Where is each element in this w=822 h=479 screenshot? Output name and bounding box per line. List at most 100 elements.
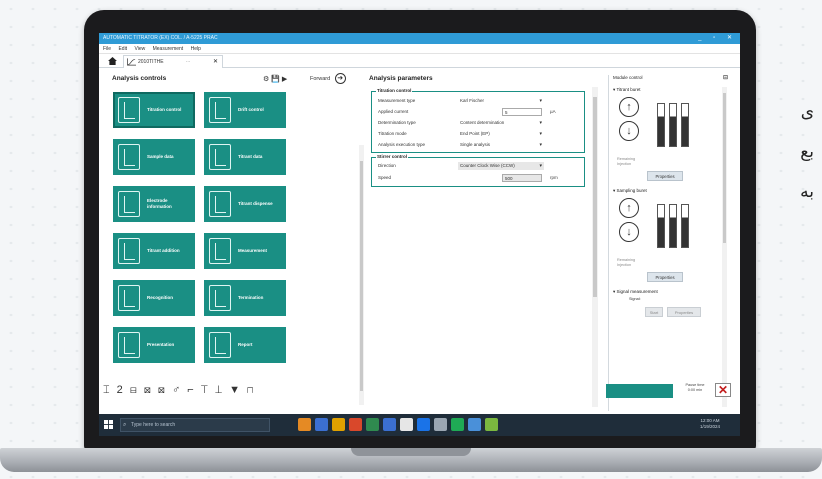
tile-titrant-data[interactable]: Titrant data (204, 139, 286, 175)
sampling-properties-button[interactable]: Properties (647, 272, 683, 282)
speed-input[interactable]: 500 (502, 174, 542, 182)
menu-view[interactable]: View (134, 46, 145, 52)
app-icon[interactable] (298, 418, 311, 431)
app-icon[interactable] (417, 418, 430, 431)
side-text-line-3: به (800, 182, 814, 202)
titrant-bottle-icon (209, 144, 231, 170)
tile-drift-control[interactable]: Drift control (204, 92, 286, 128)
arrow-down-icon[interactable]: ↓ (619, 222, 639, 242)
toolbar-icons[interactable]: ⚙ 💾 ▶ (263, 75, 287, 83)
tile-recognition[interactable]: Recognition (113, 280, 195, 316)
tile-sample-data[interactable]: Sample data (113, 139, 195, 175)
tile-titrant-addition[interactable]: Titrant addition (113, 233, 195, 269)
section-title: Titrant buret (616, 87, 641, 92)
tile-titrant-dispense[interactable]: Titrant dispense (204, 186, 286, 222)
tile-label: Titration control (147, 107, 182, 112)
tile-measurement[interactable]: Measurement (204, 233, 286, 269)
cylinder-icon (669, 204, 677, 248)
cylinder-icon (657, 204, 665, 248)
app-icon[interactable] (400, 418, 413, 431)
field-label: Applied current (378, 109, 409, 114)
signal-properties-button[interactable]: Properties (667, 307, 701, 317)
analysis-controls-title: Analysis controls (112, 75, 167, 82)
dispense-icon (209, 191, 231, 217)
applied-current-input[interactable]: 5 (502, 108, 542, 116)
tile-presentation[interactable]: Presentation (113, 327, 195, 363)
module-scrollbar[interactable] (722, 87, 727, 407)
app-icon[interactable] (451, 418, 464, 431)
app-icon[interactable] (485, 418, 498, 431)
home-icon[interactable] (108, 57, 117, 65)
app-icon[interactable] (315, 418, 328, 431)
tile-label: Titrant addition (147, 248, 180, 253)
determination-type-select[interactable]: Content determination (458, 119, 544, 127)
field-label: Speed (378, 175, 392, 180)
injection-label: Injection (617, 263, 632, 267)
field-unit: µA (550, 109, 556, 114)
titration-mode-select[interactable]: End Point (EP) (458, 130, 544, 138)
tile-report[interactable]: Report (204, 327, 286, 363)
menu-measurement[interactable]: Measurement (153, 46, 184, 52)
tile-electrode-information[interactable]: Electrode information (113, 186, 195, 222)
tab-method[interactable]: 2010TITHE ∙∙∙ ✕ (123, 55, 223, 68)
screen: AUTOMATIC TITRATOR (EX) COL. / A-5225 PR… (99, 33, 740, 436)
tile-termination[interactable]: Termination (204, 280, 286, 316)
app-icon[interactable] (332, 418, 345, 431)
group-title: Stirrer control (376, 154, 409, 159)
arrow-up-icon[interactable]: ↑ (619, 97, 639, 117)
tab-close-icon[interactable]: ✕ (213, 56, 218, 68)
report-icon (209, 332, 231, 358)
app-icon[interactable] (366, 418, 379, 431)
analysis-controls-panel: Analysis controls ⚙ 💾 ▶ Forward ➜ Titrat… (108, 73, 364, 411)
tile-label: Electrode information (147, 198, 172, 209)
titration-control-group: Titration control Measurement type Karl … (371, 88, 585, 153)
analysis-execution-type-select[interactable]: Single analysis (458, 141, 544, 149)
titrant-burette-section[interactable]: ▾ Titrant buret (613, 87, 641, 93)
signal-measurement-section[interactable]: ▾ Signal measurement (613, 289, 658, 295)
sampling-burette-section[interactable]: ▾ Sampling buret (613, 188, 647, 194)
app-icon[interactable] (434, 418, 447, 431)
measurement-type-select[interactable]: Karl Fischer (458, 97, 544, 105)
menu-edit[interactable]: Edit (118, 46, 127, 52)
titrant-burette: ↑ ↓ (617, 97, 701, 153)
window-controls[interactable]: _ ▫ ✕ (698, 33, 737, 44)
left-scrollbar[interactable] (359, 145, 364, 405)
stop-button[interactable]: ✕ (715, 383, 731, 397)
termination-icon (209, 285, 231, 311)
pin-icon[interactable]: ⊟ (723, 74, 728, 81)
arrow-up-icon[interactable]: ↑ (619, 198, 639, 218)
window-title: AUTOMATIC TITRATOR (EX) COL. / A-5225 PR… (103, 35, 218, 41)
row-measurement-type: Measurement type Karl Fischer (378, 96, 578, 106)
parameters-scrollbar[interactable] (592, 87, 598, 407)
tile-titration-control[interactable]: Titration control (113, 92, 195, 128)
app-icon[interactable] (468, 418, 481, 431)
app-icon[interactable] (383, 418, 396, 431)
section-title: Sampling buret (616, 188, 647, 193)
tab-more-icon[interactable]: ∙∙∙ (186, 56, 190, 68)
side-text-line-1: ی (800, 102, 814, 122)
analysis-parameters-panel: Analysis parameters Titration control Me… (367, 75, 599, 411)
arrow-down-icon[interactable]: ↓ (619, 121, 639, 141)
tile-label: Titrant dispense (238, 201, 273, 206)
start-button[interactable]: Start (645, 307, 663, 317)
side-text: ی بع به (774, 92, 814, 212)
method-tools[interactable]: ⌶ 2 ⊟ ⊠ ⊠ ♂ ⌐ ⊤ ⊥ ▼ ⊓ (103, 380, 255, 400)
drift-curve-icon (209, 97, 231, 123)
chart-icon (127, 58, 136, 66)
direction-select[interactable]: Counter Clock Wise (CCW) (458, 162, 544, 170)
cylinder-icon (681, 204, 689, 248)
injection-label: Injection (617, 162, 632, 166)
forward-button[interactable]: Forward ➜ (310, 73, 346, 85)
menu-help[interactable]: Help (191, 46, 201, 52)
windows-start-icon[interactable] (104, 420, 113, 429)
side-text-line-2: بع (800, 142, 814, 162)
taskbar-search[interactable]: ⌕ Type here to search (120, 418, 270, 432)
progress-indicator (606, 384, 673, 398)
menu-file[interactable]: File (103, 46, 111, 52)
tile-label: Presentation (147, 342, 175, 347)
app-icon[interactable] (349, 418, 362, 431)
row-determination-type: Determination type Content determination (378, 118, 578, 128)
addition-icon (118, 238, 140, 264)
titrant-properties-button[interactable]: Properties (647, 171, 683, 181)
taskbar-clock[interactable]: 12:00 AM 1/19/2024 (700, 418, 720, 430)
